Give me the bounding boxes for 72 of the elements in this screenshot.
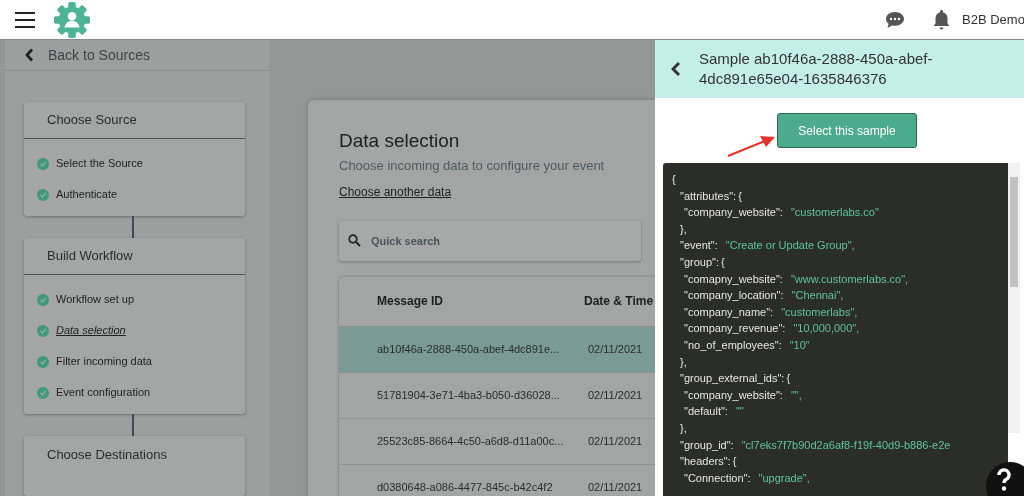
code-key: "company_revenue":: [684, 320, 786, 337]
step-link[interactable]: Workflow set up: [56, 291, 135, 308]
column-header: Message ID: [377, 293, 445, 310]
code-brace: {: [672, 172, 676, 188]
table-cell-text: 02/11/2021: [587, 387, 644, 403]
search-icon: [348, 233, 361, 247]
code-value: "10": [789, 338, 810, 353]
table-cell-text: 02/11/2021: [587, 433, 644, 449]
back-link[interactable]: Back to Sources: [5, 40, 270, 71]
code-value: "upgrade",: [758, 470, 810, 486]
back-chevron-icon: [25, 48, 34, 62]
connector-line: [132, 216, 134, 238]
code-brace: {: [721, 255, 725, 270]
code-brace: },: [680, 354, 687, 370]
code-value: "www.customerlabs.co",: [790, 271, 909, 287]
step-link[interactable]: Data selection: [56, 322, 126, 339]
step-group-title: Build Workflow: [24, 238, 245, 275]
chat-icon[interactable]: [885, 10, 905, 29]
step-link[interactable]: Filter incoming data: [56, 353, 152, 370]
code-brace: {: [732, 454, 737, 470]
step-link[interactable]: Authenticate: [56, 186, 118, 203]
menu-icon[interactable]: [15, 10, 35, 29]
section-subtitle: Choose incoming data to configure your event: [339, 157, 606, 175]
code-key: "group_id":: [680, 436, 734, 454]
table-row[interactable]: ab10f46a-2888-450a-abef-4dc891e... 02/11/2021: [339, 326, 655, 373]
column-header: Date & Time: [584, 293, 655, 310]
code-brace: {: [738, 188, 742, 204]
back-chevron-icon[interactable]: [671, 61, 681, 77]
code-key: "group_external_ids":: [680, 370, 785, 387]
code-value: "cl7eks7f7b90d2a6af8-f19f-40d9-b886-e2e: [741, 437, 951, 453]
code-value: "": [735, 404, 744, 420]
code-key: "company_location":: [684, 287, 784, 304]
code-key: "company_website":: [684, 204, 783, 221]
search-field[interactable]: Quick search: [339, 220, 641, 261]
step-link[interactable]: Select the Source: [56, 155, 143, 172]
connector-line: [132, 414, 134, 436]
question-mark-icon: [996, 468, 1012, 492]
code-key: "no_of_employees":: [684, 337, 782, 354]
table-cell-text: 02/11/2021: [587, 479, 644, 495]
table-cell-text: 51781904-3e71-4ba3-b050-d36028...: [377, 387, 561, 403]
code-key: "company_website":: [684, 386, 783, 404]
section-title: Data selection: [339, 130, 461, 152]
arrow-annotation: [727, 133, 777, 158]
code-brace: },: [680, 221, 687, 237]
scrollbar[interactable]: [1008, 163, 1020, 433]
code-value: "customerlabs",: [781, 304, 858, 320]
step-link[interactable]: Event configuration: [56, 384, 151, 401]
code-value: "customerlabs.co": [790, 205, 879, 221]
code-key: "headers":: [680, 453, 731, 470]
step-group-title: Choose Destinations: [46, 445, 167, 464]
code-brace: },: [680, 420, 687, 436]
choose-another-data-link[interactable]: Choose another data: [339, 182, 452, 201]
code-key: "group":: [680, 254, 719, 271]
sample-title: Sample ab10f46a-2888-450a-abef-4dc891e65e04-1635846376: [699, 49, 934, 89]
table-cell-text: 25523c85-8664-4c50-a6d8-d11a00c...: [377, 433, 565, 449]
table-cell-text: ab10f46a-2888-450a-abef-4dc891e...: [377, 341, 561, 357]
code-value: "Chennai",: [791, 288, 844, 304]
code-brace: {: [786, 371, 791, 387]
bell-icon[interactable]: [933, 9, 950, 30]
code-key: "comapny_website":: [684, 270, 783, 288]
step-group-title: Choose Source: [24, 102, 245, 139]
code-value: "Create or Update Group",: [725, 238, 855, 254]
code-value: "",: [790, 387, 802, 403]
code-key: "default":: [684, 403, 728, 420]
code-key: "attributes":: [680, 187, 737, 205]
code-value: "10,000,000",: [793, 321, 860, 337]
code-key: "Connection":: [684, 469, 751, 487]
table-cell-text: 02/11/2021: [587, 341, 644, 357]
code-key: "company_name":: [684, 303, 774, 321]
account-name[interactable]: B2B Demo: [962, 9, 1024, 30]
code-key: "event":: [680, 237, 718, 254]
table-cell-text: d0380648-a086-4477-845c-b42c4f2: [377, 479, 554, 495]
